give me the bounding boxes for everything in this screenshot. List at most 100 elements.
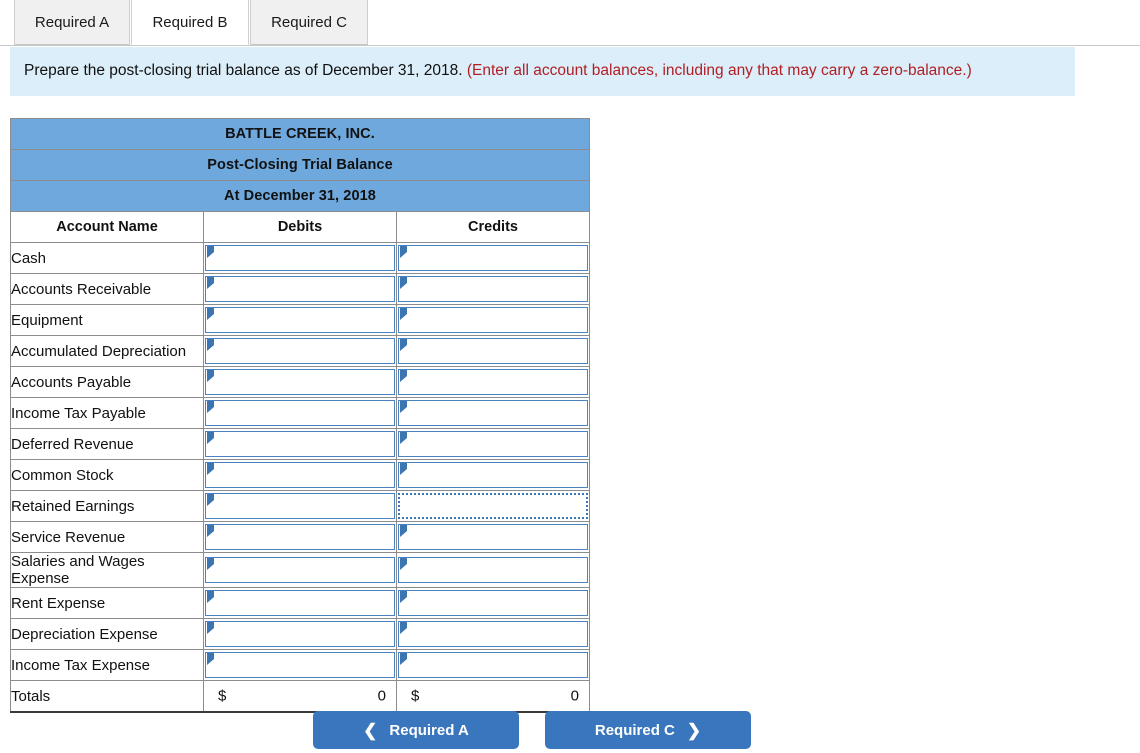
debit-cell bbox=[203, 618, 397, 650]
credit-input[interactable] bbox=[398, 652, 588, 678]
credit-input[interactable] bbox=[398, 493, 588, 519]
credit-cell bbox=[396, 649, 590, 681]
dropdown-triangle-icon bbox=[207, 653, 214, 665]
account-name-cell: Retained Earnings bbox=[10, 490, 204, 522]
debit-input[interactable] bbox=[205, 400, 395, 426]
dropdown-triangle-icon bbox=[207, 494, 214, 506]
account-name-cell: Income Tax Expense bbox=[10, 649, 204, 681]
table-row: Equipment bbox=[10, 304, 590, 336]
totals-credit-currency: $ bbox=[411, 687, 420, 705]
next-required-c-button[interactable]: Required C ❯ bbox=[545, 711, 751, 749]
prev-required-a-label: Required A bbox=[389, 721, 469, 739]
prev-required-a-button[interactable]: ❮ Required A bbox=[313, 711, 519, 749]
next-required-c-label: Required C bbox=[594, 721, 675, 739]
totals-row: Totals $ 0 $ 0 bbox=[10, 680, 590, 713]
debit-input[interactable] bbox=[205, 245, 395, 271]
debit-cell bbox=[203, 366, 397, 398]
debit-input[interactable] bbox=[205, 621, 395, 647]
debit-input[interactable] bbox=[205, 276, 395, 302]
trial-balance-table: BATTLE CREEK, INC. Post-Closing Trial Ba… bbox=[10, 118, 590, 713]
dropdown-triangle-icon bbox=[400, 432, 407, 444]
credit-input[interactable] bbox=[398, 431, 588, 457]
credit-input[interactable] bbox=[398, 307, 588, 333]
totals-debit-value: 0 bbox=[377, 687, 386, 705]
credit-input[interactable] bbox=[398, 245, 588, 271]
dropdown-triangle-icon bbox=[207, 370, 214, 382]
debit-cell bbox=[203, 649, 397, 681]
credit-input[interactable] bbox=[398, 621, 588, 647]
account-name-cell: Cash bbox=[10, 242, 204, 274]
trial-balance-table-wrapper: BATTLE CREEK, INC. Post-Closing Trial Ba… bbox=[10, 118, 590, 713]
debit-cell bbox=[203, 521, 397, 553]
totals-debit-cell: $ 0 bbox=[203, 680, 397, 713]
debit-input[interactable] bbox=[205, 557, 395, 583]
statement-title-cell: Post-Closing Trial Balance bbox=[10, 149, 590, 181]
debit-input[interactable] bbox=[205, 369, 395, 395]
account-name-cell: Rent Expense bbox=[10, 587, 204, 619]
account-name-cell: Income Tax Payable bbox=[10, 397, 204, 429]
account-name-cell: Depreciation Expense bbox=[10, 618, 204, 650]
totals-credit-value: 0 bbox=[570, 687, 579, 705]
table-row: Depreciation Expense bbox=[10, 618, 590, 650]
table-title-company-row: BATTLE CREEK, INC. bbox=[10, 118, 590, 150]
dropdown-triangle-icon bbox=[400, 463, 407, 475]
dropdown-triangle-icon bbox=[400, 339, 407, 351]
credit-cell bbox=[396, 428, 590, 460]
dropdown-triangle-icon bbox=[400, 308, 407, 320]
tab-required-c-label: Required C bbox=[271, 13, 347, 31]
company-title-cell: BATTLE CREEK, INC. bbox=[10, 118, 590, 150]
table-row: Accounts Payable bbox=[10, 366, 590, 398]
debit-input[interactable] bbox=[205, 524, 395, 550]
debit-input[interactable] bbox=[205, 338, 395, 364]
chevron-right-icon: ❯ bbox=[686, 720, 702, 740]
credit-input[interactable] bbox=[398, 276, 588, 302]
dropdown-triangle-icon bbox=[400, 246, 407, 258]
debit-input[interactable] bbox=[205, 462, 395, 488]
column-header-account-name: Account Name bbox=[10, 211, 204, 243]
credit-input[interactable] bbox=[398, 557, 588, 583]
credit-input[interactable] bbox=[398, 524, 588, 550]
table-row: Retained Earnings bbox=[10, 490, 590, 522]
date-title-cell: At December 31, 2018 bbox=[10, 180, 590, 212]
table-row: Accumulated Depreciation bbox=[10, 335, 590, 367]
tab-required-a-label: Required A bbox=[34, 13, 110, 31]
credit-input[interactable] bbox=[398, 590, 588, 616]
tab-required-c[interactable]: Required C bbox=[250, 0, 368, 45]
tab-required-b[interactable]: Required B bbox=[131, 0, 249, 45]
credit-input[interactable] bbox=[398, 400, 588, 426]
dropdown-triangle-icon bbox=[207, 339, 214, 351]
table-row: Common Stock bbox=[10, 459, 590, 491]
credit-cell bbox=[396, 242, 590, 274]
chevron-left-icon: ❮ bbox=[363, 720, 378, 740]
instruction-text: Prepare the post-closing trial balance a… bbox=[24, 62, 463, 79]
credit-cell bbox=[396, 304, 590, 336]
debit-input[interactable] bbox=[205, 590, 395, 616]
debit-input[interactable] bbox=[205, 493, 395, 519]
table-title-statement-row: Post-Closing Trial Balance bbox=[10, 149, 590, 181]
credit-input[interactable] bbox=[398, 462, 588, 488]
dropdown-triangle-icon bbox=[400, 525, 407, 537]
table-row: Income Tax Expense bbox=[10, 649, 590, 681]
credit-cell bbox=[396, 335, 590, 367]
credit-cell bbox=[396, 618, 590, 650]
account-name-cell: Common Stock bbox=[10, 459, 204, 491]
debit-input[interactable] bbox=[205, 307, 395, 333]
totals-debit-currency: $ bbox=[218, 687, 227, 705]
debit-cell bbox=[203, 304, 397, 336]
dropdown-triangle-icon bbox=[207, 558, 214, 570]
debit-cell bbox=[203, 335, 397, 367]
table-row: Salaries and Wages Expense bbox=[10, 552, 590, 588]
dropdown-triangle-icon bbox=[400, 558, 407, 570]
debit-input[interactable] bbox=[205, 652, 395, 678]
debit-cell bbox=[203, 242, 397, 274]
debit-cell bbox=[203, 490, 397, 522]
credit-input[interactable] bbox=[398, 369, 588, 395]
credit-cell bbox=[396, 490, 590, 522]
totals-credit-cell: $ 0 bbox=[396, 680, 590, 713]
credit-cell bbox=[396, 366, 590, 398]
credit-input[interactable] bbox=[398, 338, 588, 364]
debit-input[interactable] bbox=[205, 431, 395, 457]
credit-cell bbox=[396, 587, 590, 619]
tab-required-a[interactable]: Required A bbox=[14, 0, 130, 45]
account-name-cell: Service Revenue bbox=[10, 521, 204, 553]
